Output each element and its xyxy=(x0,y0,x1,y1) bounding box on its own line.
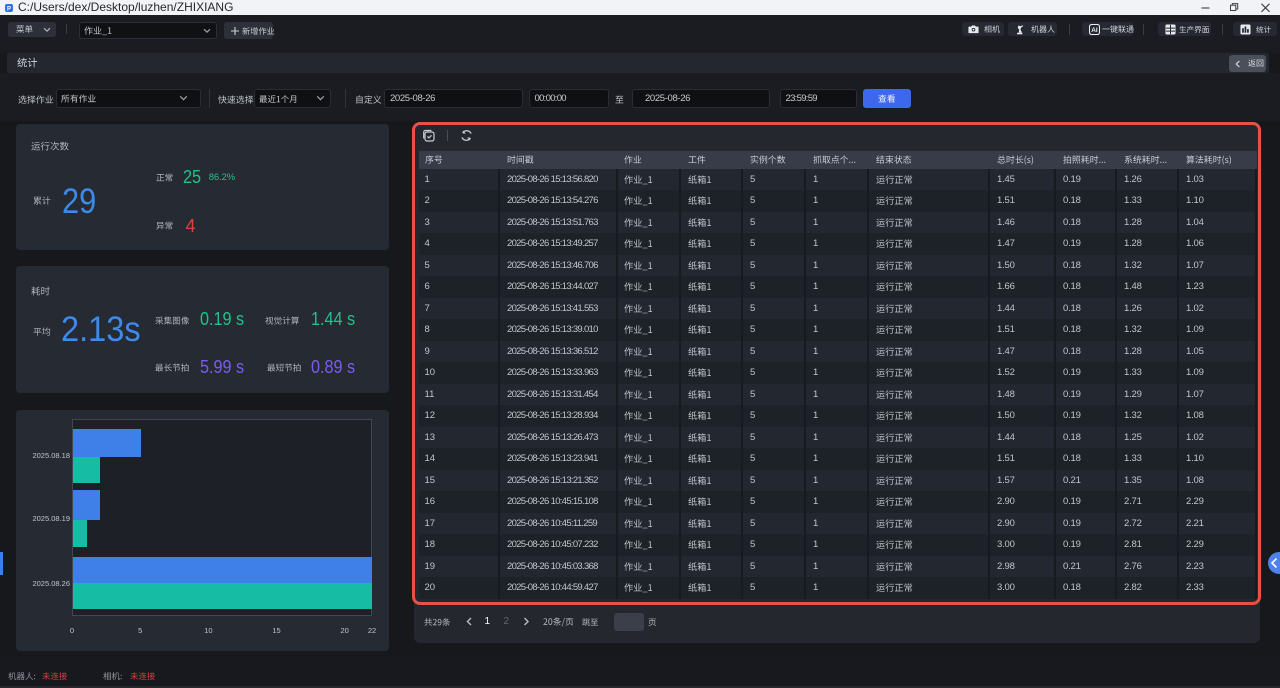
svg-text:P: P xyxy=(6,6,10,12)
svg-text:AI: AI xyxy=(1091,27,1098,34)
